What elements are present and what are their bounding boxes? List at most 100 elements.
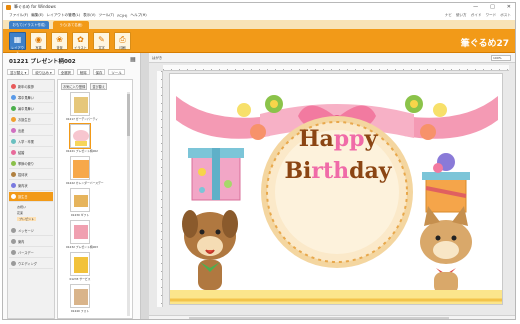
happy-part-1: Ha xyxy=(298,126,334,152)
thumbnail-image xyxy=(70,252,90,276)
minimize-icon[interactable]: — xyxy=(473,4,478,10)
category-icon xyxy=(11,161,16,166)
background-button[interactable]: ❀ 背景 xyxy=(51,32,68,50)
category-icon xyxy=(11,84,16,89)
help-link-navi[interactable]: ナビ xyxy=(445,13,452,18)
happy-text[interactable]: Happy xyxy=(298,126,378,152)
category-item[interactable]: 出産 xyxy=(9,126,53,136)
thumbnail-caption: 01240 フォト xyxy=(70,309,90,313)
category-label: 案内 xyxy=(18,240,25,244)
document-title: 01221 プレゼント柄002 xyxy=(9,59,76,65)
menu-layout[interactable]: レイアウトの管理(L) xyxy=(47,13,81,18)
background-icon: ❀ xyxy=(56,35,63,44)
illust-button[interactable]: ✿ イラスト xyxy=(72,32,89,50)
close-icon[interactable]: ✕ xyxy=(507,4,511,10)
birthday-part-2: rth xyxy=(311,158,350,184)
flower-yellow-left xyxy=(237,103,251,117)
text-icon: ✎ xyxy=(98,35,105,44)
menu-edit[interactable]: 編集(E) xyxy=(31,13,43,18)
category-icon xyxy=(11,139,16,144)
template-thumbnail[interactable]: 01232 プレゼント柄003 xyxy=(66,220,98,249)
layout-icon: ▦ xyxy=(13,35,22,44)
category-item[interactable]: 案内状 xyxy=(9,181,53,191)
help-link-post[interactable]: ポスト xyxy=(500,13,511,18)
thumbnail-caption: 01222 カレンダーバースデー xyxy=(66,181,104,185)
menu-view[interactable]: 表示(V) xyxy=(83,13,95,18)
thumbnail-caption: 01232 プレゼント柄003 xyxy=(66,245,98,249)
template-thumbnail-selected[interactable]: 01221 プレゼント柄002 xyxy=(66,123,98,153)
text-button[interactable]: ✎ 文字 xyxy=(93,32,110,50)
category-label: 結婚 xyxy=(18,151,25,155)
card-canvas[interactable]: Happy Birthday xyxy=(169,73,503,305)
birthday-text[interactable]: Birthday xyxy=(282,158,394,184)
layout-button[interactable]: ▦ レイアウト xyxy=(9,32,26,55)
panel-splitter[interactable] xyxy=(141,53,149,319)
category-item[interactable]: バースデー xyxy=(9,248,53,258)
sub-category-item[interactable]: 花束 xyxy=(17,211,23,215)
category-item[interactable]: ウエディング xyxy=(9,259,53,269)
canvas-footer xyxy=(149,315,515,319)
category-item[interactable]: 招待状 xyxy=(9,170,53,180)
dog-ear-right xyxy=(222,210,238,238)
horizontal-scrollbar[interactable] xyxy=(189,317,449,319)
template-thumbnail[interactable]: 01240 フォト xyxy=(66,284,94,313)
help-links: ナビ 使い方 ガイド ワード ポスト xyxy=(445,13,511,18)
print-button[interactable]: ⎙ 印刷 xyxy=(114,32,131,50)
filter-dropdown[interactable]: 絞り込み ▾ xyxy=(32,69,55,75)
category-label: バースデー xyxy=(18,251,34,255)
category-item-selected[interactable]: 誕生日 xyxy=(9,192,53,202)
help-link-howto[interactable]: 使い方 xyxy=(456,13,467,18)
title-bar: 筆ぐるめ for Windows — □ ✕ xyxy=(3,3,515,11)
horizontal-ruler xyxy=(163,65,509,71)
category-item[interactable]: 寒中見舞い xyxy=(9,93,53,103)
category-item[interactable]: 暑中見舞い xyxy=(9,104,53,114)
template-thumbnail[interactable]: 01230 ギフト xyxy=(66,188,94,217)
save-button[interactable]: 保存 xyxy=(92,69,106,75)
help-link-word[interactable]: ワード xyxy=(485,13,496,18)
maximize-icon[interactable]: □ xyxy=(490,4,495,10)
category-icon xyxy=(11,106,16,111)
zoom-select[interactable]: 100% xyxy=(491,55,511,61)
menu-tools[interactable]: ツール(T) xyxy=(99,13,115,18)
category-item[interactable]: メッセージ xyxy=(9,226,53,236)
category-item[interactable]: 新年の挨拶 xyxy=(9,82,53,92)
thumbnail-scrollbar-handle[interactable] xyxy=(127,94,130,136)
tab-front[interactable]: おもて(イラスト作成) xyxy=(9,21,49,29)
category-icon xyxy=(11,183,16,188)
grid-view-icon[interactable]: ▦ xyxy=(130,57,136,63)
app-logo-icon xyxy=(6,4,11,10)
category-item[interactable]: お誕生日 xyxy=(9,115,53,125)
sort-button[interactable]: 並び替え xyxy=(90,83,108,90)
illust-button-label: イラスト xyxy=(74,46,87,50)
template-thumbnail[interactable]: 01222 カレンダーバースデー xyxy=(66,156,104,185)
category-item[interactable]: 結婚 xyxy=(9,148,53,158)
tab-back[interactable]: うら(あて名面) xyxy=(53,21,89,29)
template-thumbnail-pane: お気に入り登録 並び替え 01217 ガーデンパーティ 01221 プレゼント柄… xyxy=(57,79,133,319)
thumbnail-image xyxy=(70,220,90,244)
print-button-label: 印刷 xyxy=(119,46,126,50)
app-window: 筆ぐるめ for Windows — □ ✕ ファイル(F) 編集(E) レイア… xyxy=(2,2,516,320)
category-item[interactable]: 季節の便り xyxy=(9,159,53,169)
category-label: 誕生日 xyxy=(18,195,28,199)
select-all-button[interactable]: 全選択 xyxy=(57,69,74,75)
category-item[interactable]: 入学・卒業 xyxy=(9,137,53,147)
sub-category-item-selected[interactable]: プレゼント xyxy=(17,217,37,221)
template-thumbnail[interactable]: 01233 サービス xyxy=(66,252,94,281)
mode-tab-strip: おもて(イラスト作成) うら(あて名面) xyxy=(3,20,515,29)
template-thumbnail[interactable]: 01217 ガーデンパーティ xyxy=(66,92,98,121)
favorite-button[interactable]: お気に入り登録 xyxy=(61,83,88,90)
category-icon xyxy=(11,239,16,244)
delete-button[interactable]: 削除 xyxy=(76,69,90,75)
menu-file[interactable]: ファイル(F) xyxy=(9,13,28,18)
help-link-guide[interactable]: ガイド xyxy=(471,13,482,18)
main-toolbar: ▦ レイアウト ◉ 写真 ❀ 背景 ✿ イラスト ✎ 文字 ⎙ 印刷 筆ぐるめ2… xyxy=(3,29,515,55)
category-label: 暑中見舞い xyxy=(18,107,34,111)
tools-button[interactable]: ツール xyxy=(108,69,125,75)
vertical-ruler xyxy=(157,71,163,307)
sort-dropdown[interactable]: 並び替え ▾ xyxy=(7,69,30,75)
sub-category-item[interactable]: お祝い xyxy=(17,205,26,209)
menu-help[interactable]: ヘルプ(H) xyxy=(130,13,146,18)
category-item[interactable]: 案内 xyxy=(9,237,53,247)
photo-button[interactable]: ◉ 写真 xyxy=(30,32,47,50)
menu-fc[interactable]: FC(H) xyxy=(117,14,127,18)
